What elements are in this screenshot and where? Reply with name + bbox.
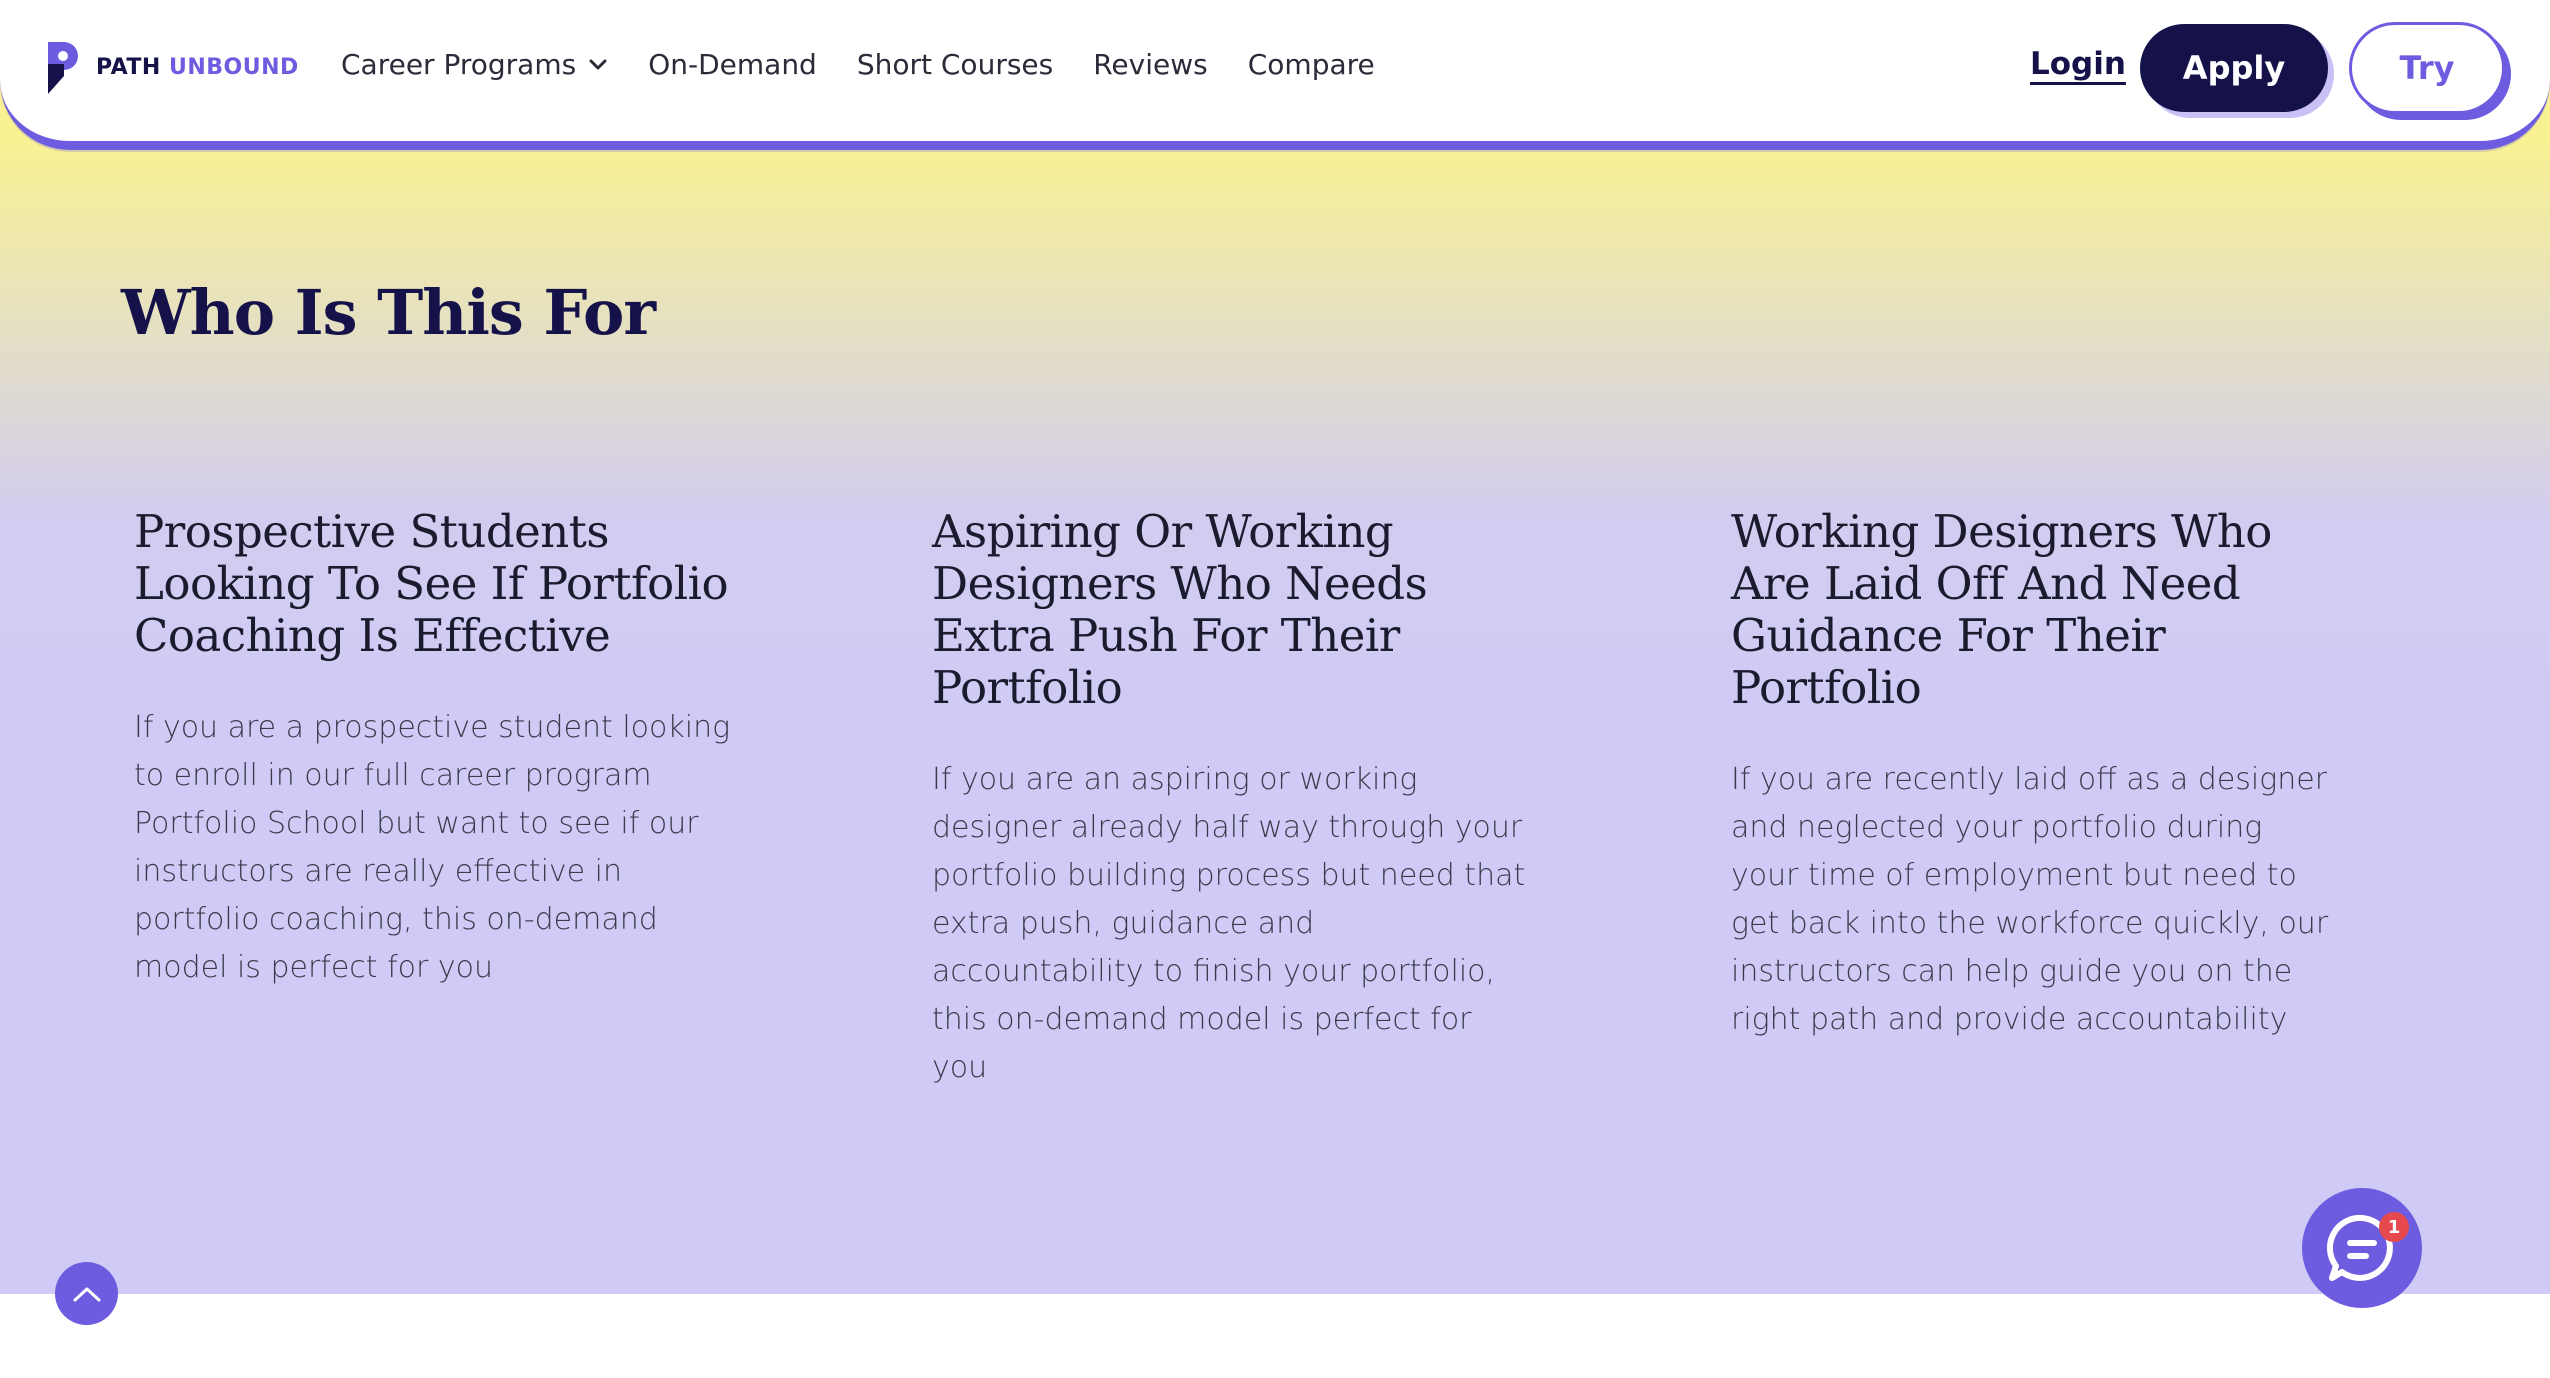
card-heading: Working Designers Who Are Laid Off And N… [1731,505,2272,714]
card-body: If you are recently laid off as a design… [1731,762,2329,1037]
audience-card-aspiring-designers: Aspiring Or Working Designers Who Needs … [932,506,1532,1092]
section-title: Who Is This For [121,276,656,349]
card-body: If you are an aspiring or working design… [932,762,1526,1085]
scroll-to-top-button[interactable] [55,1262,118,1325]
card-body: If you are a prospective student looking… [134,710,731,985]
login-link[interactable]: Login [2030,46,2126,82]
nav-career-programs-label: Career Programs [341,48,577,81]
nav-reviews[interactable]: Reviews [1093,48,1208,81]
audience-card-prospective-students: Prospective Students Looking To See If P… [134,506,734,992]
nav-short-courses[interactable]: Short Courses [857,48,1053,81]
nav-on-demand[interactable]: On-Demand [648,48,817,81]
main-menu: Career Programs On-Demand Short Courses … [341,48,1375,81]
try-button[interactable]: Try [2349,22,2505,114]
chevron-down-icon [589,59,607,69]
brand-name-part2: UNBOUND [169,54,299,80]
card-heading: Prospective Students Looking To See If P… [134,505,729,662]
nav-career-programs[interactable]: Career Programs [341,48,608,81]
brand-logo-link[interactable]: PATH UNBOUND [44,38,299,96]
chat-notification-badge: 1 [2379,1212,2409,1242]
path-unbound-logo-icon [44,38,82,96]
chevron-up-icon [73,1287,100,1301]
top-navbar: PATH UNBOUND Career Programs On-Demand S… [0,0,2550,150]
nav-compare[interactable]: Compare [1248,48,1375,81]
card-heading: Aspiring Or Working Designers Who Needs … [932,505,1428,714]
chat-widget-button[interactable] [2302,1188,2422,1308]
apply-button[interactable]: Apply [2140,24,2328,112]
brand-name-part1: PATH [96,54,161,80]
brand-name: PATH UNBOUND [96,55,299,80]
audience-card-laid-off-designers: Working Designers Who Are Laid Off And N… [1731,506,2331,1044]
